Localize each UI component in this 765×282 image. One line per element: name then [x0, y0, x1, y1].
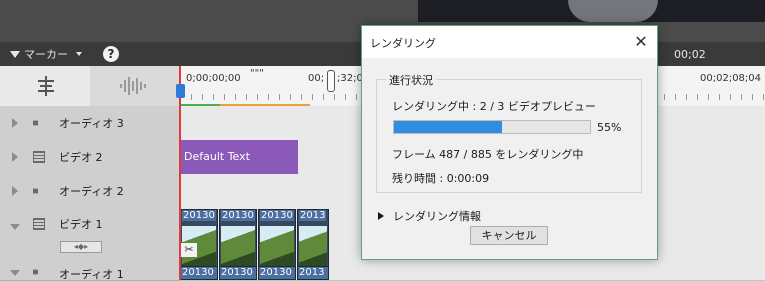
track-view-controls — [0, 66, 180, 106]
audio-clip[interactable]: 2013 — [297, 266, 329, 280]
collapse-icon[interactable] — [10, 270, 20, 276]
marker-label: マーカー — [24, 48, 68, 61]
render-dialog: レンダリング ✕ 進行状況 レンダリング中 : 2 / 3 ビデオプレビュー 5… — [361, 25, 658, 260]
expand-arrow-icon — [378, 212, 384, 220]
track-header-video-1[interactable]: ビデオ 1 ◂◆▸ — [0, 208, 180, 265]
clip-label: 20130 — [182, 210, 216, 221]
track-label: オーディオ 3 — [59, 117, 124, 130]
smart-trim-button[interactable] — [0, 66, 90, 106]
marker-icon — [10, 50, 20, 58]
track-header-video-2[interactable]: ビデオ 2 — [0, 140, 180, 175]
remaining-time-text: 残り時間 : 0:00:09 — [392, 172, 490, 185]
collapse-icon[interactable] — [10, 224, 20, 230]
waveform-icon — [120, 77, 146, 95]
track-label: オーディオ 2 — [59, 185, 124, 198]
render-details-toggle[interactable]: レンダリング情報 — [378, 208, 481, 224]
ruler-timecode-mid2: ;32;0 — [337, 73, 363, 84]
clip-thumbnail — [299, 226, 327, 268]
audio-clip[interactable]: 20130 — [219, 266, 257, 280]
progress-group: 進行状況 レンダリング中 : 2 / 3 ビデオプレビュー 55% フレーム 4… — [376, 72, 642, 193]
film-icon[interactable] — [33, 218, 45, 230]
frame-status-text: フレーム 487 / 885 をレンダリング中 — [392, 148, 584, 161]
progress-percent: 55% — [597, 121, 622, 134]
progress-group-label: 進行状況 — [386, 72, 436, 88]
film-icon[interactable] — [33, 151, 45, 163]
track-label: ビデオ 1 — [59, 218, 103, 231]
dialog-title: レンダリング — [370, 37, 436, 50]
speaker-icon[interactable] — [33, 185, 43, 197]
trim-icon — [38, 76, 54, 96]
track-header-audio-1[interactable]: オーディオ 1 — [0, 264, 180, 281]
zoom-slider-handle[interactable] — [327, 70, 335, 92]
ruler-timecode-start: 0;00;00;00 — [186, 73, 241, 84]
close-icon[interactable]: ✕ — [629, 30, 653, 54]
ruler-marker-icon: """ — [250, 68, 264, 79]
video-clip[interactable]: 20130 — [219, 209, 257, 271]
expand-icon[interactable] — [12, 152, 18, 162]
clip-thumbnail — [260, 226, 294, 268]
video-clip[interactable]: 2013 — [297, 209, 329, 271]
video-preview — [418, 0, 765, 22]
marker-menu[interactable]: マーカー — [10, 46, 82, 62]
expand-icon[interactable] — [12, 118, 18, 128]
help-icon[interactable]: ? — [103, 46, 119, 62]
toolbar-timecode: 00;02 — [674, 48, 706, 61]
title-clip[interactable]: Default Text — [180, 140, 298, 174]
speaker-icon[interactable] — [33, 266, 43, 278]
clip-label: 20130 — [260, 210, 294, 221]
progress-fill — [394, 121, 502, 133]
audio-waveform-button[interactable] — [90, 66, 180, 106]
track-header-audio-3[interactable]: オーディオ 3 — [0, 106, 180, 141]
playhead[interactable] — [179, 66, 181, 280]
playhead-handle[interactable] — [176, 84, 185, 98]
chevron-down-icon — [76, 52, 82, 56]
cancel-button[interactable]: キャンセル — [470, 226, 548, 245]
clip-label: 2013 — [299, 210, 327, 221]
render-status-text: レンダリング中 : 2 / 3 ビデオプレビュー — [392, 100, 596, 113]
audio-clip[interactable]: 20130 — [180, 266, 218, 280]
scissors-icon[interactable]: ✂ — [181, 243, 197, 257]
keyframe-nav-icon[interactable]: ◂◆▸ — [60, 241, 102, 253]
video-clip[interactable]: 20130 — [180, 209, 218, 271]
speaker-icon[interactable] — [33, 117, 43, 129]
video-clip[interactable]: 20130 — [258, 209, 296, 271]
clip-label: 20130 — [221, 210, 255, 221]
clip-thumbnail — [221, 226, 255, 268]
track-header-audio-2[interactable]: オーディオ 2 — [0, 174, 180, 209]
track-label: ビデオ 2 — [59, 151, 103, 164]
ruler-timecode-end: 00;02;08;04 — [700, 73, 762, 84]
progress-bar — [393, 120, 591, 134]
expand-icon[interactable] — [12, 186, 18, 196]
render-details-label: レンダリング情報 — [393, 210, 481, 223]
ruler-timecode-mid: 00; — [308, 73, 325, 84]
audio-clip[interactable]: 20130 — [258, 266, 296, 280]
dialog-titlebar[interactable]: レンダリング ✕ — [362, 26, 657, 58]
